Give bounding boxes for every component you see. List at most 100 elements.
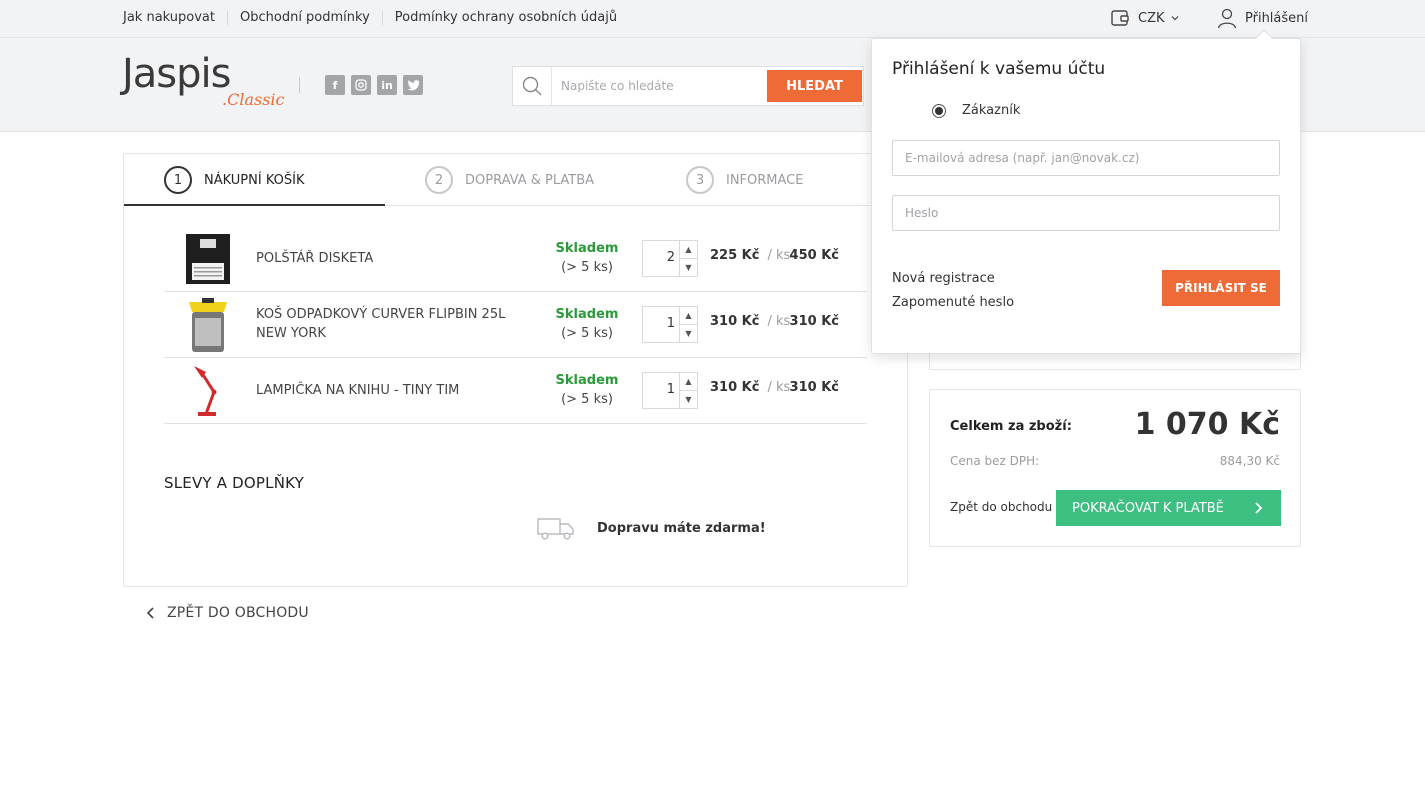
cart-row: KOŠ ODPADKOVÝ CURVER FLIPBIN 25L NEW YOR… bbox=[164, 292, 867, 358]
facebook-icon[interactable]: f bbox=[325, 75, 345, 95]
stock-status: Skladem (> 5 ks) bbox=[552, 305, 622, 343]
logo[interactable]: Jaspis .Classic bbox=[122, 51, 287, 115]
product-image-trash-bin[interactable] bbox=[172, 296, 242, 354]
total-value: 1 070 Kč bbox=[1134, 407, 1280, 442]
product-image-lamp[interactable] bbox=[172, 362, 242, 420]
line-total: 310 Kč bbox=[789, 380, 839, 395]
link-jak-nakupovat[interactable]: Jak nakupovat bbox=[123, 11, 227, 25]
stock-label: Skladem bbox=[555, 307, 619, 322]
decrement-icon[interactable]: ▼ bbox=[680, 324, 697, 341]
quantity-value[interactable]: 1 bbox=[667, 316, 675, 331]
continue-to-payment-button[interactable]: POKRAČOVAT K PLATBĚ bbox=[1056, 490, 1281, 526]
product-name[interactable]: LAMPIČKA NA KNIHU - TINY TIM bbox=[256, 381, 536, 400]
decrement-icon[interactable]: ▼ bbox=[680, 258, 697, 275]
product-name[interactable]: POLŠTÁŘ DISKETA bbox=[256, 249, 536, 268]
forgot-password-link[interactable]: Zapomenuté heslo bbox=[892, 295, 1014, 310]
increment-icon[interactable]: ▲ bbox=[680, 241, 697, 258]
product-image-pillow[interactable] bbox=[172, 230, 242, 288]
unit-price-value: 310 Kč bbox=[710, 380, 760, 395]
free-shipping-text: Dopravu máte zdarma! bbox=[597, 520, 766, 536]
back-to-shop-link-small[interactable]: Zpět do obchodu bbox=[950, 500, 1052, 514]
net-price-value: 884,30 Kč bbox=[1219, 454, 1280, 468]
password-field[interactable] bbox=[892, 195, 1280, 231]
login-popup-title: Přihlášení k vašemu účtu bbox=[892, 59, 1106, 79]
unit-price: 310 Kč / ks bbox=[710, 314, 798, 329]
step-label: INFORMACE bbox=[726, 172, 804, 188]
radio-selected-icon[interactable] bbox=[932, 103, 946, 118]
login-button[interactable]: PŘIHLÁSIT SE bbox=[1162, 270, 1280, 306]
email-field[interactable] bbox=[892, 140, 1280, 176]
currency-selector[interactable]: CZK bbox=[1110, 7, 1181, 29]
stock-status: Skladem (> 5 ks) bbox=[552, 371, 622, 409]
quantity-spinner: ▲ ▼ bbox=[679, 307, 697, 342]
step-number: 3 bbox=[686, 166, 714, 194]
user-icon bbox=[1217, 8, 1237, 29]
stock-note: (> 5 ks) bbox=[561, 392, 613, 407]
quantity-value[interactable]: 1 bbox=[667, 382, 675, 397]
per-unit: / ks bbox=[767, 380, 791, 395]
total-label: Celkem za zboží: bbox=[950, 419, 1072, 434]
stock-note: (> 5 ks) bbox=[561, 260, 613, 275]
customer-radio-label: Zákazník bbox=[962, 103, 1021, 118]
quantity-value[interactable]: 2 bbox=[667, 250, 675, 265]
quantity-spinner: ▲ ▼ bbox=[679, 241, 697, 276]
step-number: 1 bbox=[164, 166, 192, 194]
instagram-icon[interactable] bbox=[351, 75, 371, 95]
line-total: 310 Kč bbox=[789, 314, 839, 329]
search-input[interactable] bbox=[561, 67, 761, 105]
continue-to-payment-label: POKRAČOVAT K PLATBĚ bbox=[1072, 500, 1224, 516]
line-total: 450 Kč bbox=[789, 248, 839, 263]
net-price-label: Cena bez DPH: bbox=[950, 454, 1040, 468]
quantity-stepper[interactable]: 1 ▲ ▼ bbox=[642, 372, 698, 409]
back-to-shop-link[interactable]: ZPĚT DO OBCHODU bbox=[145, 605, 309, 621]
login-link[interactable]: Přihlášení bbox=[1216, 6, 1308, 30]
linkedin-icon[interactable]: in bbox=[377, 75, 397, 95]
logo-main: Jaspis bbox=[122, 51, 231, 97]
search-icon[interactable] bbox=[513, 67, 552, 105]
link-ochrana-udaju[interactable]: Podmínky ochrany osobních údajů bbox=[381, 11, 629, 25]
free-shipping-notice: Dopravu máte zdarma! bbox=[537, 516, 766, 540]
top-links: Jak nakupovat Obchodní podmínky Podmínky… bbox=[123, 0, 629, 36]
stock-status: Skladem (> 5 ks) bbox=[552, 239, 622, 277]
product-name[interactable]: KOŠ ODPADKOVÝ CURVER FLIPBIN 25L NEW YOR… bbox=[256, 305, 536, 343]
stock-label: Skladem bbox=[555, 241, 619, 256]
quantity-stepper[interactable]: 2 ▲ ▼ bbox=[642, 240, 698, 277]
unit-price: 310 Kč / ks bbox=[710, 380, 798, 395]
decrement-icon[interactable]: ▼ bbox=[680, 390, 697, 407]
quantity-stepper[interactable]: 1 ▲ ▼ bbox=[642, 306, 698, 343]
login-popup: Přihlášení k vašemu účtu Zákazník Nová r… bbox=[871, 29, 1301, 354]
search-button[interactable]: HLEDAT bbox=[767, 70, 862, 102]
step-cart[interactable]: 1 NÁKUPNÍ KOŠÍK bbox=[164, 154, 305, 206]
register-link[interactable]: Nová registrace bbox=[892, 271, 995, 286]
chevron-left-icon bbox=[146, 607, 154, 619]
chevron-right-icon bbox=[1255, 502, 1263, 514]
step-information[interactable]: 3 INFORMACE bbox=[686, 154, 803, 206]
wallet-icon bbox=[1111, 10, 1129, 26]
link-obchodni-podminky[interactable]: Obchodní podmínky bbox=[227, 11, 382, 25]
social-links: f in bbox=[325, 75, 423, 95]
twitter-icon[interactable] bbox=[403, 75, 423, 95]
step-number: 2 bbox=[425, 166, 453, 194]
header-separator bbox=[299, 77, 300, 93]
cart-row: LAMPIČKA NA KNIHU - TINY TIM Skladem (> … bbox=[164, 358, 867, 424]
stock-label: Skladem bbox=[555, 373, 619, 388]
step-label: DOPRAVA & PLATBA bbox=[465, 172, 595, 188]
customer-radio[interactable]: Zákazník bbox=[932, 103, 1020, 118]
stock-note: (> 5 ks) bbox=[561, 326, 613, 341]
cart-panel: 1 NÁKUPNÍ KOŠÍK 2 DOPRAVA & PLATBA 3 INF… bbox=[123, 153, 908, 587]
step-shipping[interactable]: 2 DOPRAVA & PLATBA bbox=[425, 154, 594, 206]
active-step-underline bbox=[124, 204, 385, 206]
quantity-spinner: ▲ ▼ bbox=[679, 373, 697, 408]
increment-icon[interactable]: ▲ bbox=[680, 307, 697, 324]
login-link-label: Přihlášení bbox=[1245, 10, 1309, 26]
top-bar: Jak nakupovat Obchodní podmínky Podmínky… bbox=[0, 0, 1425, 38]
unit-price-value: 310 Kč bbox=[710, 314, 760, 329]
unit-price-value: 225 Kč bbox=[710, 248, 760, 263]
cart-row: POLŠTÁŘ DISKETA Skladem (> 5 ks) 2 ▲ ▼ 2… bbox=[164, 226, 867, 292]
order-summary: Celkem za zboží: 1 070 Kč Cena bez DPH: … bbox=[929, 389, 1301, 547]
truck-icon bbox=[537, 518, 574, 540]
increment-icon[interactable]: ▲ bbox=[680, 373, 697, 390]
search-bar: HLEDAT bbox=[512, 66, 864, 106]
checkout-steps: 1 NÁKUPNÍ KOŠÍK 2 DOPRAVA & PLATBA 3 INF… bbox=[124, 154, 907, 206]
per-unit: / ks bbox=[767, 248, 791, 263]
